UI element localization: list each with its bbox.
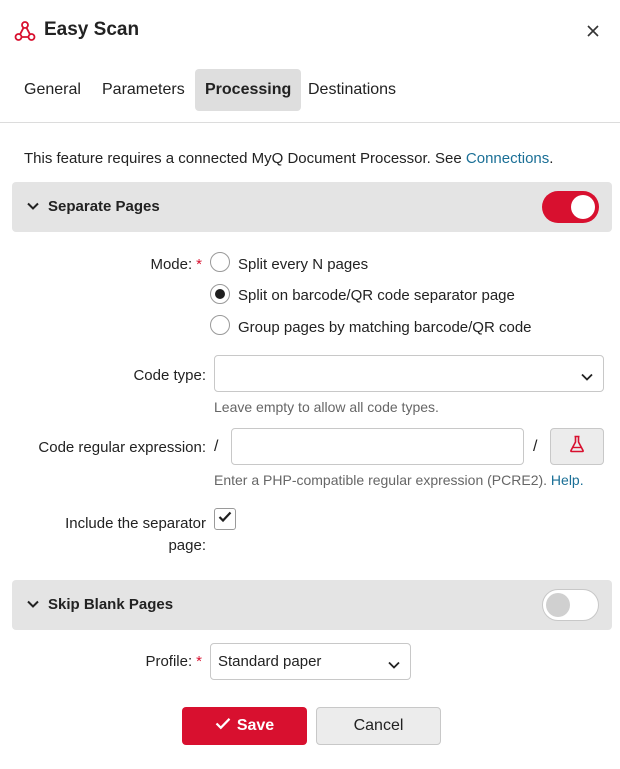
- save-label: Save: [236, 717, 275, 734]
- tab-general[interactable]: General: [14, 69, 91, 111]
- regex-close-delimiter: /: [533, 438, 538, 455]
- toggle-knob: [546, 593, 570, 617]
- network-icon: [14, 20, 36, 42]
- checkmark-icon: [218, 510, 232, 528]
- chevron-down-icon: [388, 657, 400, 675]
- info-text: This feature requires a connected MyQ Do…: [24, 150, 554, 167]
- select-value: Standard paper: [218, 653, 322, 670]
- connections-link[interactable]: Connections: [466, 150, 549, 167]
- check-icon: [215, 717, 231, 735]
- code-type-select[interactable]: [214, 355, 604, 392]
- mode-label: Mode: *: [150, 256, 202, 273]
- chevron-down-icon: [26, 199, 40, 218]
- save-button[interactable]: Save: [182, 707, 307, 745]
- section-title: Skip Blank Pages: [48, 596, 174, 613]
- chevron-down-icon: [581, 369, 593, 387]
- profile-label: Profile: *: [145, 653, 202, 670]
- regex-label: Code regular expression:: [38, 439, 206, 456]
- radio-label[interactable]: Group pages by matching barcode/QR code: [238, 319, 532, 336]
- separate-pages-header[interactable]: Separate Pages: [12, 182, 612, 232]
- section-title: Separate Pages: [48, 198, 160, 215]
- cancel-button[interactable]: Cancel: [316, 707, 441, 745]
- tab-processing[interactable]: Processing: [195, 69, 302, 111]
- include-separator-label: Include the separator page:: [65, 515, 206, 554]
- tab-parameters[interactable]: Parameters: [92, 69, 195, 111]
- required-mark: *: [196, 653, 202, 670]
- radio-group-by-barcode[interactable]: [210, 315, 230, 335]
- close-icon[interactable]: [582, 20, 604, 42]
- chevron-down-icon: [26, 597, 40, 616]
- toggle-knob: [571, 195, 595, 219]
- skip-blank-pages-toggle[interactable]: [542, 589, 599, 621]
- separate-pages-toggle[interactable]: [542, 191, 599, 223]
- title-bar: Easy Scan: [0, 0, 620, 62]
- required-mark: *: [196, 256, 202, 273]
- regex-input[interactable]: [231, 428, 524, 465]
- test-regex-button[interactable]: [550, 428, 604, 465]
- tab-bar: General Parameters Processing Destinatio…: [0, 62, 620, 123]
- skip-blank-pages-header[interactable]: Skip Blank Pages: [12, 580, 612, 630]
- radio-split-on-barcode[interactable]: [210, 284, 230, 304]
- code-type-label: Code type:: [133, 367, 206, 384]
- regex-open-delimiter: /: [214, 438, 219, 455]
- profile-select[interactable]: Standard paper: [210, 643, 411, 680]
- window-title: Easy Scan: [44, 19, 140, 40]
- radio-label[interactable]: Split every N pages: [238, 256, 368, 273]
- help-link[interactable]: Help.: [551, 472, 584, 488]
- tab-destinations[interactable]: Destinations: [298, 69, 406, 111]
- include-separator-checkbox[interactable]: [214, 508, 236, 530]
- flask-icon: [569, 435, 585, 458]
- radio-split-every-n[interactable]: [210, 252, 230, 272]
- regex-hint: Enter a PHP-compatible regular expressio…: [214, 472, 584, 488]
- radio-label[interactable]: Split on barcode/QR code separator page: [238, 287, 515, 304]
- code-type-hint: Leave empty to allow all code types.: [214, 399, 439, 415]
